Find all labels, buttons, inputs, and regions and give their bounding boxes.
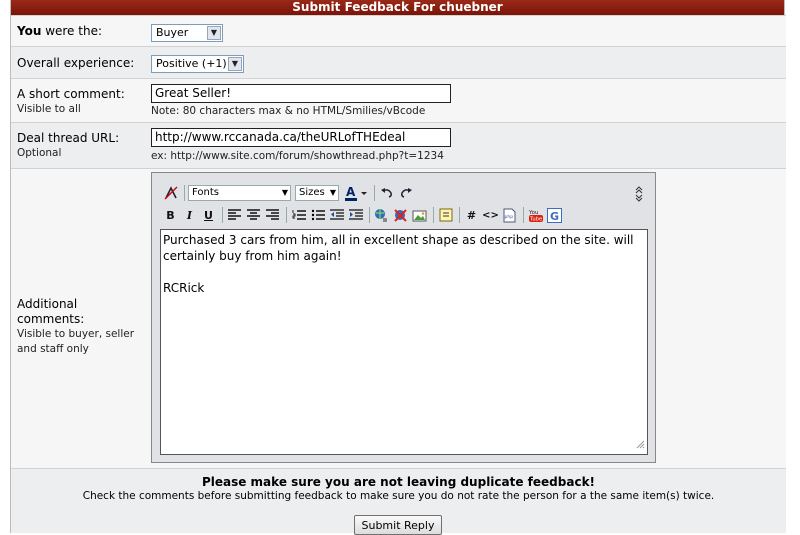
comments-line-3: RCRick: [163, 281, 205, 295]
chevron-down-icon: ▼: [329, 188, 336, 197]
deal-url-input[interactable]: http://www.rccanada.ca/theURLofTHEdeal: [151, 128, 451, 147]
deal-url-row: Deal thread URL: Optional http://www.rcc…: [11, 122, 786, 168]
comments-line-2: certainly buy from him again!: [163, 249, 342, 263]
size-select-label: Sizes: [299, 187, 325, 198]
align-center-icon[interactable]: [245, 207, 262, 224]
insert-image-icon[interactable]: [411, 207, 428, 224]
align-right-icon[interactable]: [264, 207, 281, 224]
short-comment-label: A short comment:: [17, 87, 125, 101]
svg-text:A: A: [346, 185, 356, 199]
role-row: You were the: Buyer ▼: [11, 15, 786, 46]
align-left-icon[interactable]: [226, 207, 243, 224]
google-icon[interactable]: G: [546, 207, 563, 224]
comments-row: Additional comments: Visible to buyer, s…: [11, 168, 786, 468]
bullet-list-icon[interactable]: [309, 207, 326, 224]
short-comment-input[interactable]: Great Seller!: [151, 84, 451, 103]
svg-text:Tube: Tube: [529, 216, 542, 222]
deal-url-sublabel: Optional: [17, 147, 62, 159]
comments-textarea[interactable]: Purchased 3 cars from him, all in excell…: [160, 229, 648, 455]
form-title: Submit Feedback For chuebner: [11, 0, 784, 15]
php-icon[interactable]: php: [501, 207, 518, 224]
numbered-list-icon[interactable]: [290, 207, 307, 224]
editor-toolbar-top: Fonts ▼ Sizes ▼ A: [162, 183, 416, 203]
italic-icon[interactable]: I: [181, 207, 198, 224]
code-icon[interactable]: <>: [482, 207, 499, 224]
indent-icon[interactable]: [347, 207, 364, 224]
editor-toolbar-bottom: B I U # <> php You Tube G: [162, 205, 565, 225]
svg-text:G: G: [550, 210, 559, 223]
short-comment-row: A short comment: Visible to all Great Se…: [11, 78, 786, 122]
resize-toggle-icon[interactable]: [630, 185, 647, 202]
deal-url-note: ex: http://www.site.com/forum/showthread…: [151, 150, 444, 162]
redo-icon[interactable]: [397, 185, 414, 202]
font-select-label: Fonts: [192, 187, 219, 198]
experience-label: Overall experience:: [17, 56, 135, 70]
font-select[interactable]: Fonts ▼: [188, 185, 291, 201]
quote-icon[interactable]: [437, 207, 454, 224]
submit-reply-button[interactable]: Submit Reply: [354, 515, 442, 535]
duplicate-warning-title: Please make sure you are not leaving dup…: [201, 475, 596, 489]
size-select[interactable]: Sizes ▼: [295, 185, 339, 201]
duplicate-warning-body: Check the comments before submitting fee…: [82, 490, 715, 502]
outdent-icon[interactable]: [328, 207, 345, 224]
role-select[interactable]: Buyer ▼: [151, 24, 223, 42]
experience-select-value: Positive (+1): [156, 57, 227, 70]
youtube-icon[interactable]: You Tube: [527, 207, 544, 224]
short-comment-sublabel: Visible to all: [17, 103, 81, 115]
chevron-down-icon[interactable]: ▼: [207, 26, 221, 40]
comments-sublabel: Visible to buyer, seller and staff only: [17, 328, 135, 355]
svg-text:php: php: [505, 214, 514, 220]
resize-grip-icon[interactable]: [635, 437, 645, 453]
short-comment-note: Note: 80 characters max & no HTML/Smilie…: [151, 105, 426, 117]
experience-row: Overall experience: Positive (+1) ▼: [11, 46, 786, 78]
rich-text-editor: Fonts ▼ Sizes ▼ A B I U # <> php You Tub…: [151, 172, 656, 463]
role-select-value: Buyer: [156, 26, 189, 39]
comments-label: Additional comments:: [17, 297, 85, 326]
comments-line-1: Purchased 3 cars from him, all in excell…: [163, 233, 634, 247]
feedback-form: Submit Feedback For chuebner You were th…: [10, 0, 786, 535]
remove-format-icon[interactable]: [162, 185, 179, 202]
bold-icon[interactable]: B: [162, 207, 179, 224]
text-color-button[interactable]: A: [343, 185, 369, 202]
chevron-down-icon[interactable]: ▼: [228, 57, 242, 71]
role-label: were the:: [41, 24, 102, 38]
insert-link-icon[interactable]: [373, 207, 390, 224]
role-label-bold: You: [17, 24, 42, 38]
experience-select[interactable]: Positive (+1) ▼: [151, 55, 244, 73]
deal-url-label: Deal thread URL:: [17, 131, 120, 145]
underline-icon[interactable]: U: [200, 207, 217, 224]
hash-icon[interactable]: #: [463, 207, 480, 224]
chevron-down-icon: ▼: [281, 188, 288, 197]
remove-link-icon[interactable]: [392, 207, 409, 224]
undo-icon[interactable]: [378, 185, 395, 202]
